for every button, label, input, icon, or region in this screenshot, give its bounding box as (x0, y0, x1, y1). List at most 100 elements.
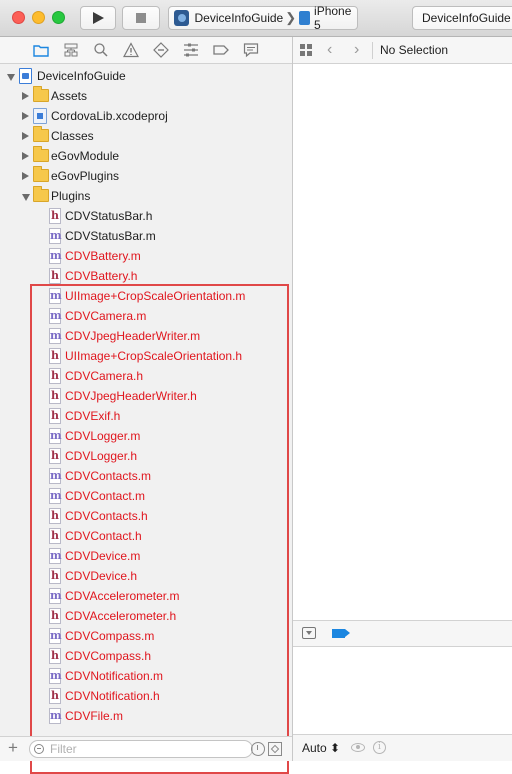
objc-implementation-file-icon: m (49, 708, 62, 724)
tree-row-label: DeviceInfoGuide (37, 69, 126, 83)
tree-row-cdvcompass-m[interactable]: m CDVCompass.m (0, 626, 292, 646)
disclosure-open-icon[interactable] (22, 194, 30, 201)
tree-row-assets[interactable]: Assets (0, 86, 292, 106)
info-icon[interactable]: i (373, 741, 386, 754)
report-icon[interactable] (243, 42, 259, 58)
search-icon[interactable] (93, 42, 109, 58)
minimize-window-button[interactable] (32, 11, 45, 24)
tree-row-egovplugins[interactable]: eGovPlugins (0, 166, 292, 186)
tree-row-cdvdevice-h[interactable]: h CDVDevice.h (0, 566, 292, 586)
tree-row-cdvjpegheaderwriter-m[interactable]: m CDVJpegHeaderWriter.m (0, 326, 292, 346)
tree-row-cdvexif-h[interactable]: h CDVExif.h (0, 406, 292, 426)
tree-row-label: CDVDevice.m (65, 549, 141, 563)
disclosure-closed-icon[interactable] (22, 132, 29, 140)
no-selection-label: No Selection (380, 43, 449, 57)
folder-icon (33, 86, 49, 102)
header-file-icon: h (49, 408, 61, 424)
tree-row-label: Plugins (51, 189, 91, 203)
tree-row-label: UIImage+CropScaleOrientation.m (65, 289, 246, 303)
recent-files-clock-icon[interactable] (251, 742, 265, 756)
tree-row-cdvlogger-h[interactable]: h CDVLogger.h (0, 446, 292, 466)
play-icon (93, 12, 104, 24)
tree-row-label: CDVAccelerometer.m (65, 589, 180, 603)
tree-row-cdvbattery-m[interactable]: m CDVBattery.m (0, 246, 292, 266)
tree-row-label: CDVExif.h (65, 409, 121, 423)
editor-area[interactable] (293, 64, 512, 620)
variables-filter-bar: Auto ⬍ i (293, 734, 512, 761)
tree-row-uiimage-cropscaleorientation-m[interactable]: m UIImage+CropScaleOrientation.m (0, 286, 292, 306)
scheme-name[interactable]: DeviceInfoGuide (195, 11, 284, 25)
tree-row-cdvcontacts-h[interactable]: h CDVContacts.h (0, 506, 292, 526)
tree-row-cdvjpegheaderwriter-h[interactable]: h CDVJpegHeaderWriter.h (0, 386, 292, 406)
tree-row-cdvaccelerometer-h[interactable]: h CDVAccelerometer.h (0, 606, 292, 626)
tree-row-cdvnotification-m[interactable]: m CDVNotification.m (0, 666, 292, 686)
hide-debug-area-icon[interactable] (302, 627, 316, 639)
tree-row-classes[interactable]: Classes (0, 126, 292, 146)
tree-row-uiimage-cropscaleorientation-h[interactable]: h UIImage+CropScaleOrientation.h (0, 346, 292, 366)
tree-row-cdvcontact-h[interactable]: h CDVContact.h (0, 526, 292, 546)
hierarchy-icon[interactable] (63, 42, 79, 58)
tree-row-cdvlogger-m[interactable]: m CDVLogger.m (0, 426, 292, 446)
tree-row-cdvcamera-h[interactable]: h CDVCamera.h (0, 366, 292, 386)
tree-row-cdvcompass-h[interactable]: h CDVCompass.h (0, 646, 292, 666)
project-icon (19, 68, 32, 84)
header-file-icon: h (49, 348, 61, 364)
tree-row-label: eGovPlugins (51, 169, 120, 183)
tree-row-cordovalib-xcodeproj[interactable]: CordovaLib.xcodeproj (0, 106, 292, 126)
tree-row-cdvbattery-h[interactable]: h CDVBattery.h (0, 266, 292, 286)
tree-row-cdvcamera-m[interactable]: m CDVCamera.m (0, 306, 292, 326)
header-file-icon: h (49, 208, 61, 224)
tree-row-cdvnotification-h[interactable]: h CDVNotification.h (0, 686, 292, 706)
tree-row-cdvdevice-m[interactable]: m CDVDevice.m (0, 546, 292, 566)
tree-row-egovmodule[interactable]: eGovModule (0, 146, 292, 166)
auto-scope-selector[interactable]: Auto ⬍ (302, 735, 340, 761)
close-window-button[interactable] (12, 11, 25, 24)
tree-row-label: CDVJpegHeaderWriter.h (65, 389, 197, 403)
breakpoints-toggle-icon[interactable] (332, 629, 350, 638)
filter-icon (34, 744, 44, 754)
disclosure-closed-icon[interactable] (22, 152, 29, 160)
source-control-filter-icon[interactable] (268, 742, 282, 756)
zoom-window-button[interactable] (52, 11, 65, 24)
tree-row-cdvaccelerometer-m[interactable]: m CDVAccelerometer.m (0, 586, 292, 606)
tree-row-cdvfile-m[interactable]: m CDVFile.m (0, 706, 292, 726)
filter-placeholder: Filter (50, 742, 77, 756)
objc-implementation-file-icon: m (49, 228, 62, 244)
tree-row-label: CDVJpegHeaderWriter.m (65, 329, 201, 343)
forward-chevron-icon[interactable]: › (354, 41, 359, 59)
quick-look-eye-icon[interactable] (351, 743, 365, 752)
test-diamond-icon[interactable] (153, 42, 169, 58)
variables-view[interactable] (293, 647, 512, 734)
navigator-tab-bar (0, 37, 292, 64)
objc-implementation-file-icon: m (49, 628, 62, 644)
folder-icon[interactable] (33, 42, 49, 58)
debug-icon[interactable] (183, 42, 199, 58)
tree-row-label: CDVContacts.m (65, 469, 152, 483)
filter-field[interactable]: Filter (29, 740, 253, 758)
stop-button[interactable] (122, 6, 160, 30)
disclosure-closed-icon[interactable] (22, 112, 29, 120)
tree-row-cdvstatusbar-h[interactable]: h CDVStatusBar.h (0, 206, 292, 226)
tree-row-plugins[interactable]: Plugins (0, 186, 292, 206)
scheme-selector[interactable]: DeviceInfoGuide ❯ iPhone 5 (168, 4, 358, 32)
tree-row-cdvcontact-m[interactable]: m CDVContact.m (0, 486, 292, 506)
related-items-grid-icon[interactable] (300, 44, 312, 56)
run-button[interactable] (80, 6, 116, 30)
tree-row-label: CDVStatusBar.m (65, 229, 156, 243)
disclosure-open-icon[interactable] (7, 74, 15, 81)
folder-icon (33, 186, 49, 202)
tree-row-cdvcontacts-m[interactable]: m CDVContacts.m (0, 466, 292, 486)
folder-icon (33, 146, 49, 162)
header-file-icon: h (49, 648, 61, 664)
warning-icon[interactable] (123, 42, 139, 58)
tree-row-cdvstatusbar-m[interactable]: m CDVStatusBar.m (0, 226, 292, 246)
destination-device[interactable]: iPhone 5 (314, 4, 357, 32)
breakpoint-icon[interactable] (213, 42, 229, 58)
back-chevron-icon[interactable]: ‹ (327, 41, 332, 59)
add-file-button[interactable]: + (8, 738, 18, 758)
disclosure-closed-icon[interactable] (22, 92, 29, 100)
folder-icon (33, 166, 49, 182)
disclosure-closed-icon[interactable] (22, 172, 29, 180)
tree-row-deviceinfoguide[interactable]: DeviceInfoGuide (0, 66, 292, 86)
tree-row-label: CDVCamera.h (65, 369, 144, 383)
